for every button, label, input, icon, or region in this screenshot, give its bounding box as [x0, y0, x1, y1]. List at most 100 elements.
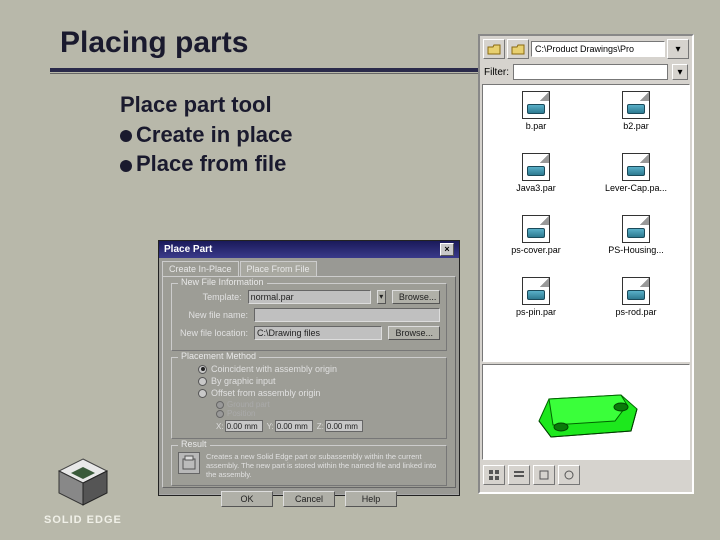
- file-list[interactable]: b.par b2.par Java3.par Lever-Cap.pa... p…: [482, 84, 690, 362]
- template-input[interactable]: [248, 290, 371, 304]
- radio-icon: [216, 410, 224, 418]
- slide-title: Placing parts: [60, 26, 248, 60]
- logo-text: SOLID EDGE: [44, 514, 122, 526]
- preview-pane: [482, 364, 690, 460]
- zoom-fit-button[interactable]: [533, 465, 555, 485]
- part-file-icon: [522, 153, 550, 181]
- close-button[interactable]: ×: [440, 243, 454, 256]
- options-button[interactable]: [558, 465, 580, 485]
- tab-place-from-file[interactable]: Place From File: [240, 261, 317, 276]
- view-list-button[interactable]: [508, 465, 530, 485]
- file-browser-toolbar: C:\Product Drawings\Pro ▾: [480, 36, 692, 62]
- place-part-dialog: Place Part × Create In-Place Place From …: [158, 240, 460, 496]
- radio-label: Position: [227, 409, 255, 418]
- up-folder-button[interactable]: [483, 39, 505, 59]
- radio-icon: [198, 365, 207, 374]
- body-heading: Place part tool: [120, 90, 293, 120]
- filename-row: New file name:: [178, 308, 440, 322]
- radio-label: Ground part: [227, 400, 270, 409]
- filter-dropdown-button[interactable]: ▾: [672, 64, 688, 80]
- location-input[interactable]: [254, 326, 382, 340]
- browse-location-button[interactable]: Browse...: [388, 326, 440, 340]
- radio-icon: [216, 401, 224, 409]
- file-item[interactable]: b2.par: [587, 91, 685, 149]
- y-input[interactable]: [275, 420, 313, 432]
- dialog-tabs: Create In-Place Place From File: [159, 258, 459, 276]
- result-icon: [178, 452, 200, 474]
- group-title: Placement Method: [178, 351, 259, 361]
- file-name: ps-rod.par: [615, 307, 656, 317]
- bullet-text: Place from file: [136, 151, 286, 176]
- part-file-icon: [622, 215, 650, 243]
- filter-row: Filter: ▾: [480, 62, 692, 82]
- y-label: Y:: [267, 422, 274, 431]
- file-item[interactable]: PS-Housing...: [587, 215, 685, 273]
- placement-sub-ground: Ground part: [216, 400, 440, 409]
- file-item[interactable]: b.par: [487, 91, 585, 149]
- template-label: Template:: [178, 292, 242, 302]
- path-dropdown-button[interactable]: ▾: [667, 39, 689, 59]
- placement-method-group: Placement Method Coincident with assembl…: [171, 357, 447, 439]
- browse-template-button[interactable]: Browse...: [392, 290, 440, 304]
- filter-label: Filter:: [484, 67, 509, 78]
- part-file-icon: [522, 277, 550, 305]
- template-dropdown-button[interactable]: ▾: [377, 290, 386, 304]
- new-file-info-group: New File Information Template: ▾ Browse.…: [171, 283, 447, 351]
- slide-body: Place part tool Create in place Place fr…: [120, 90, 293, 179]
- group-title: Result: [178, 439, 210, 449]
- help-button[interactable]: Help: [345, 491, 397, 507]
- part-file-icon: [622, 91, 650, 119]
- file-name: ps-pin.par: [516, 307, 556, 317]
- file-item[interactable]: Java3.par: [487, 153, 585, 211]
- file-item[interactable]: ps-rod.par: [587, 277, 685, 335]
- part-file-icon: [622, 153, 650, 181]
- xyz-row: X: Y: Z:: [216, 420, 440, 432]
- x-label: X:: [216, 422, 224, 431]
- dialog-titlebar[interactable]: Place Part ×: [159, 241, 459, 258]
- bullet-item: Place from file: [120, 149, 293, 179]
- bullet-icon: [120, 130, 132, 142]
- radio-label: Offset from assembly origin: [211, 388, 320, 398]
- tab-panel: New File Information Template: ▾ Browse.…: [162, 276, 456, 488]
- group-title: New File Information: [178, 277, 267, 287]
- location-label: New file location:: [178, 328, 248, 338]
- bullet-text: Create in place: [136, 122, 293, 147]
- view-icons-button[interactable]: [483, 465, 505, 485]
- radio-icon: [198, 389, 207, 398]
- radio-label: By graphic input: [211, 376, 276, 386]
- placement-opt-graphic[interactable]: By graphic input: [198, 376, 440, 386]
- dialog-title-text: Place Part: [164, 244, 212, 255]
- path-field[interactable]: C:\Product Drawings\Pro: [531, 41, 665, 57]
- solid-edge-logo: SOLID EDGE: [44, 457, 122, 526]
- placement-opt-offset[interactable]: Offset from assembly origin: [198, 388, 440, 398]
- tab-create-in-place[interactable]: Create In-Place: [162, 261, 239, 276]
- part-file-icon: [522, 91, 550, 119]
- dialog-body: Create In-Place Place From File New File…: [159, 258, 459, 494]
- file-name: ps-cover.par: [511, 245, 561, 255]
- part-file-icon: [522, 215, 550, 243]
- file-item[interactable]: ps-pin.par: [487, 277, 585, 335]
- folder-button[interactable]: [507, 39, 529, 59]
- file-name: PS-Housing...: [608, 245, 664, 255]
- radio-label: Coincident with assembly origin: [211, 364, 337, 374]
- filter-input[interactable]: [513, 64, 668, 80]
- cancel-button[interactable]: Cancel: [283, 491, 335, 507]
- ok-button[interactable]: OK: [221, 491, 273, 507]
- preview-toolbar: [480, 462, 692, 488]
- filename-input[interactable]: [254, 308, 440, 322]
- file-item[interactable]: ps-cover.par: [487, 215, 585, 273]
- logo-cube-icon: [53, 457, 113, 507]
- file-item[interactable]: Lever-Cap.pa...: [587, 153, 685, 211]
- x-input[interactable]: [225, 420, 263, 432]
- placement-sub-position: Position: [216, 409, 440, 418]
- part-file-icon: [622, 277, 650, 305]
- z-input[interactable]: [325, 420, 363, 432]
- bullet-item: Create in place: [120, 120, 293, 150]
- file-name: b.par: [526, 121, 547, 131]
- file-name: b2.par: [623, 121, 649, 131]
- radio-icon: [198, 377, 207, 386]
- placement-opt-coincident[interactable]: Coincident with assembly origin: [198, 364, 440, 374]
- template-row: Template: ▾ Browse...: [178, 290, 440, 304]
- location-row: New file location: Browse...: [178, 326, 440, 340]
- result-text: Creates a new Solid Edge part or subasse…: [206, 452, 440, 479]
